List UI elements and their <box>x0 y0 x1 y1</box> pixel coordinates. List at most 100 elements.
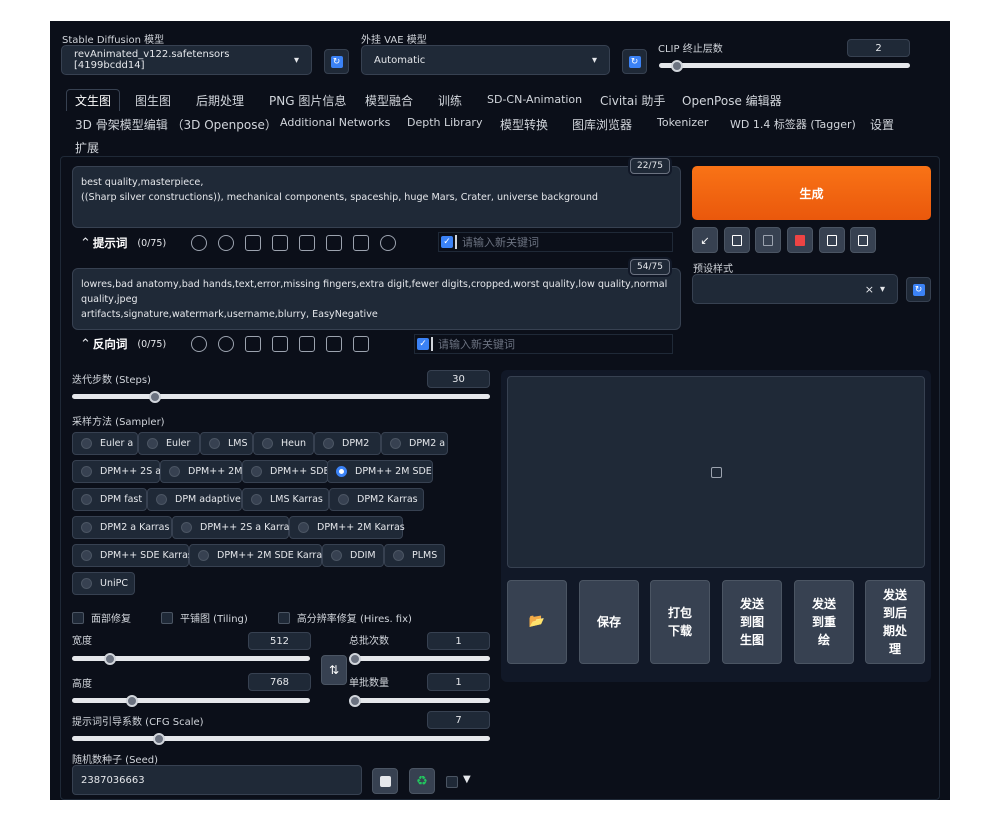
read-params-button[interactable]: ↙ <box>692 227 718 253</box>
sampler-option[interactable]: Heun <box>253 432 314 455</box>
open-folder-button[interactable]: 📂 <box>507 580 567 664</box>
clip-slider-track[interactable] <box>659 63 910 68</box>
swap-dimensions-button[interactable]: ⇅ <box>321 655 347 685</box>
height-slider-track[interactable] <box>72 698 310 703</box>
vae-dropdown[interactable]: Automatic ▾ <box>361 45 610 75</box>
height-slider-handle[interactable] <box>126 694 139 707</box>
sampler-option[interactable]: DPM++ 2M Karras <box>289 516 405 539</box>
tab-merge[interactable]: 模型融合 <box>365 92 413 109</box>
sampler-option[interactable]: DPM adaptive <box>147 488 242 511</box>
tab-model-convert[interactable]: 模型转换 <box>500 116 548 133</box>
sampler-option[interactable]: Euler <box>138 432 200 455</box>
sampler-option[interactable]: DPM2 a Karras <box>72 516 172 539</box>
checkbox-icon[interactable]: ✓ <box>417 338 429 350</box>
cfg-input[interactable]: 7 <box>427 711 490 729</box>
trash-icon[interactable] <box>353 235 370 251</box>
batch-size-slider-handle[interactable] <box>349 694 361 707</box>
image-icon[interactable] <box>299 235 316 251</box>
history-icon[interactable] <box>245 235 262 251</box>
zip-download-button[interactable]: 打包 下载 <box>650 580 710 664</box>
tab-openpose[interactable]: OpenPose 编辑器 <box>682 92 782 109</box>
save-style-button[interactable] <box>850 227 876 253</box>
openai-icon[interactable] <box>380 235 397 251</box>
preset-style-dropdown[interactable]: × ▾ <box>692 274 898 304</box>
generate-button[interactable]: 生成 <box>692 166 931 220</box>
batch-count-slider-handle[interactable] <box>349 652 361 665</box>
sampler-option[interactable]: DPM2 a <box>381 432 448 455</box>
sampler-option[interactable]: PLMS <box>384 544 445 567</box>
paste-button[interactable] <box>724 227 750 253</box>
width-slider-handle[interactable] <box>103 652 116 665</box>
tab-tokenizer[interactable]: Tokenizer <box>657 116 708 129</box>
clear-button[interactable] <box>755 227 781 253</box>
random-seed-button[interactable] <box>372 768 398 794</box>
apply-style-button[interactable] <box>819 227 845 253</box>
tab-image-browser[interactable]: 图库浏览器 <box>572 116 632 133</box>
copy-icon[interactable] <box>326 235 343 251</box>
tab-additional-networks[interactable]: Additional Networks <box>280 116 390 129</box>
batch-count-slider-track[interactable] <box>349 656 490 661</box>
sampler-option[interactable]: DPM fast <box>72 488 147 511</box>
sampler-option[interactable]: Euler a <box>72 432 138 455</box>
sampler-option[interactable]: DPM++ SDE Karras <box>72 544 193 567</box>
image-icon[interactable] <box>299 336 316 352</box>
tab-tagger[interactable]: WD 1.4 标签器 (Tagger) <box>730 116 856 132</box>
clip-value[interactable]: 2 <box>847 39 910 57</box>
gear-icon[interactable] <box>218 336 235 352</box>
tab-train[interactable]: 训练 <box>438 92 462 109</box>
sampler-option[interactable]: LMS <box>200 432 253 455</box>
steps-slider-track[interactable] <box>72 394 490 399</box>
trash-icon[interactable] <box>353 336 370 352</box>
globe-icon[interactable] <box>191 336 208 352</box>
seed-input[interactable]: 2387036663 <box>72 765 362 795</box>
tab-3d-openpose[interactable]: 3D 骨架模型编辑 （3D Openpose） <box>75 116 277 133</box>
sampler-option[interactable]: DPM++ 2S a Karras <box>172 516 294 539</box>
prompt-textarea[interactable]: best quality,masterpiece, ((Sharp silver… <box>72 166 681 228</box>
show-extra-networks-button[interactable] <box>787 227 813 253</box>
sd-model-dropdown[interactable]: revAnimated_v122.safetensors [4199bcdd14… <box>61 45 312 75</box>
clip-slider-handle[interactable] <box>670 59 683 72</box>
sampler-option[interactable]: DPM++ 2M <box>160 460 242 483</box>
tab-extensions[interactable]: 扩展 <box>75 139 99 156</box>
bookmark-icon[interactable] <box>272 235 289 251</box>
tab-sd-cn-animation[interactable]: SD-CN-Animation <box>487 93 582 106</box>
extra-seed-toggle[interactable]: ▼ <box>463 774 471 785</box>
cfg-slider-track[interactable] <box>72 736 490 741</box>
sampler-option[interactable]: UniPC <box>72 572 135 595</box>
sampler-option[interactable]: DDIM <box>322 544 384 567</box>
collapse-icon[interactable]: ⌃ <box>80 236 91 251</box>
tab-civitai[interactable]: Civitai 助手 <box>600 92 665 109</box>
globe-icon[interactable] <box>191 235 208 251</box>
send-to-img2img-button[interactable]: 发送 到图 生图 <box>722 580 782 664</box>
sd-refresh-button[interactable]: ↻ <box>324 49 349 74</box>
gear-icon[interactable] <box>218 235 235 251</box>
sampler-option[interactable]: DPM2 Karras <box>329 488 424 511</box>
tab-settings[interactable]: 设置 <box>870 116 894 133</box>
send-to-inpaint-button[interactable]: 发送 到重 绘 <box>794 580 854 664</box>
reuse-seed-button[interactable]: ♻ <box>409 768 435 794</box>
tab-depth-library[interactable]: Depth Library <box>407 116 482 129</box>
hires-checkbox[interactable] <box>277 611 290 624</box>
sampler-option[interactable]: DPM2 <box>314 432 381 455</box>
tab-img2img[interactable]: 图生图 <box>135 92 171 109</box>
send-to-extras-button[interactable]: 发送 到后 期处 理 <box>865 580 925 664</box>
tab-extras[interactable]: 后期处理 <box>196 92 244 109</box>
negative-keyword-input[interactable]: ✓ 请输入新关键词 <box>414 334 673 354</box>
sampler-option[interactable]: DPM++ 2M SDE <box>327 460 433 483</box>
tab-txt2img[interactable]: 文生图 <box>66 89 121 111</box>
sampler-option[interactable]: DPM++ SDE <box>242 460 330 483</box>
collapse-icon[interactable]: ⌃ <box>80 337 91 352</box>
negative-prompt-textarea[interactable]: lowres,bad anatomy,bad hands,text,error,… <box>72 268 681 330</box>
vae-refresh-button[interactable]: ↻ <box>622 49 647 74</box>
clear-icon[interactable]: × <box>865 283 874 296</box>
output-image-area[interactable] <box>507 376 925 568</box>
batch-count-input[interactable]: 1 <box>427 632 490 650</box>
face-restore-checkbox[interactable] <box>72 611 84 624</box>
sampler-option[interactable]: LMS Karras <box>242 488 329 511</box>
style-refresh-button[interactable]: ↻ <box>906 277 931 302</box>
height-input[interactable]: 768 <box>248 673 311 691</box>
extra-seed-checkbox[interactable] <box>446 776 458 788</box>
prompt-keyword-input[interactable]: ✓ 请输入新关键词 <box>438 232 673 252</box>
steps-input[interactable]: 30 <box>427 370 490 388</box>
copy-icon[interactable] <box>326 336 343 352</box>
